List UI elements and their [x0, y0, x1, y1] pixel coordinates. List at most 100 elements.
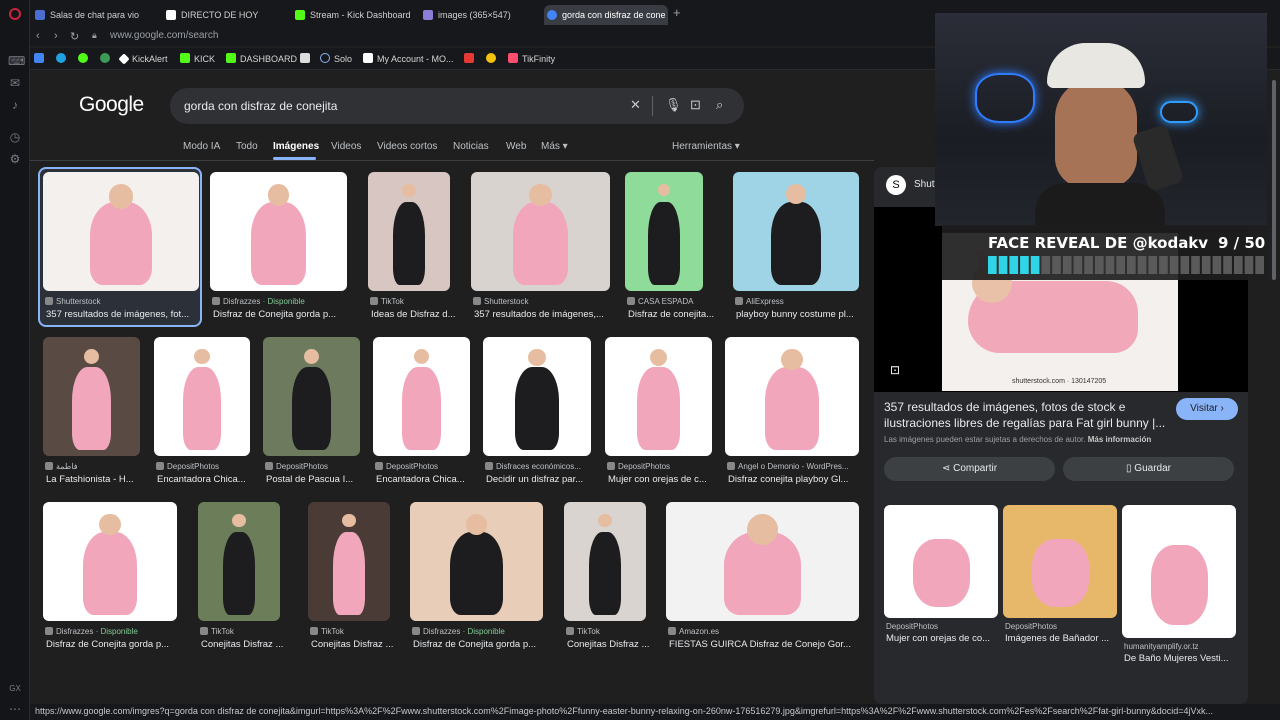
scrollbar-thumb[interactable]	[1272, 80, 1276, 280]
image-result[interactable]: DepositPhotos Postal de Pascua I...	[263, 337, 360, 492]
search-box[interactable]: gorda con disfraz de conejita ✕ 🎙︎ ⊡ ⌕	[170, 88, 744, 124]
gx-icon[interactable]: GX	[8, 682, 22, 696]
bookmark-dashboard[interactable]: DASHBOARD	[226, 53, 297, 65]
result-thumbnail[interactable]	[308, 502, 390, 621]
image-result[interactable]: Amazon.es FIESTAS GUIRCA Disfraz de Conej…	[666, 502, 859, 657]
search-icon[interactable]: ⌕	[716, 97, 723, 113]
result-thumbnail[interactable]	[410, 502, 543, 621]
back-icon[interactable]: ‹	[36, 30, 40, 42]
bookmark-telegram[interactable]	[56, 53, 70, 65]
tab-imagenes[interactable]: Imágenes	[273, 141, 319, 152]
result-title[interactable]: 357 resultados de imágenes, fot...	[46, 309, 202, 320]
more-info-link[interactable]: Más información	[1088, 435, 1152, 444]
related-image[interactable]	[1003, 505, 1117, 618]
tab-web[interactable]: Web	[506, 141, 526, 152]
tab-kick-dashboard[interactable]: Stream - Kick Dashboard	[292, 5, 416, 25]
related-image[interactable]	[1122, 505, 1236, 638]
result-source[interactable]: DepositPhotos	[156, 462, 219, 471]
result-source[interactable]: Angel o Demonio - WordPres...	[727, 462, 849, 471]
new-tab-button[interactable]: +	[673, 5, 681, 20]
result-thumbnail[interactable]	[154, 337, 250, 456]
result-source[interactable]: فاطمة	[45, 462, 78, 471]
result-thumbnail[interactable]	[263, 337, 360, 456]
more-icon[interactable]: ⋯	[8, 702, 22, 716]
bookmark-kick[interactable]: KICK	[180, 53, 215, 65]
bookmark-duck[interactable]	[486, 53, 500, 65]
result-title[interactable]: Disfraz conejita playboy Gl...	[728, 474, 878, 485]
tab-directo[interactable]: DIRECTO DE HOY	[163, 5, 281, 25]
microphone-icon[interactable]: 🎙︎	[665, 97, 682, 113]
share-button[interactable]: ⋖ Compartir	[884, 457, 1055, 481]
image-result[interactable]: DepositPhotos Encantadora Chica...	[154, 337, 250, 492]
result-title[interactable]: Disfraz de Conejita gorda p...	[413, 639, 563, 650]
result-thumbnail[interactable]	[666, 502, 859, 621]
tab-google-search[interactable]: gorda con disfraz de cone	[544, 5, 668, 25]
result-source[interactable]: TikTok	[310, 627, 344, 636]
bookmark-kick-bot[interactable]	[78, 53, 92, 65]
result-thumbnail[interactable]	[43, 172, 199, 291]
preview-title[interactable]: 357 resultados de imágenes, fotos de sto…	[884, 399, 1174, 431]
result-source[interactable]: CASA ESPADA	[627, 297, 693, 306]
result-thumbnail[interactable]	[210, 172, 347, 291]
bookmark-red[interactable]	[464, 53, 478, 65]
result-thumbnail[interactable]	[198, 502, 280, 621]
result-source[interactable]: DepositPhotos	[607, 462, 670, 471]
bookmark-my-account[interactable]: My Account - MO...	[363, 53, 454, 65]
result-source[interactable]: Shutterstock	[473, 297, 528, 306]
google-logo[interactable]: Google	[79, 93, 144, 117]
image-result[interactable]: AliExpress playboy bunny costume pl...	[733, 172, 859, 327]
image-result[interactable]: TikTok Conejitas Disfraz ...	[564, 502, 649, 657]
result-source[interactable]: Shutterstock	[45, 297, 100, 306]
image-result[interactable]: TikTok Conejitas Disfraz ...	[308, 502, 393, 657]
tab-modo-ia[interactable]: Modo IA	[183, 141, 220, 152]
result-source[interactable]: Amazon.es	[668, 627, 719, 636]
image-result[interactable]: Shutterstock 357 resultados de imágenes, …	[43, 172, 199, 327]
result-thumbnail[interactable]	[368, 172, 450, 291]
search-query[interactable]: gorda con disfraz de conejita	[184, 99, 337, 113]
opera-logo-icon[interactable]	[9, 8, 21, 20]
related-title[interactable]: Mujer con orejas de co...	[886, 633, 990, 644]
url-field[interactable]: www.google.com/search	[110, 30, 218, 41]
related-title[interactable]: De Baño Mujeres Vesti...	[1124, 653, 1229, 664]
related-title[interactable]: Imágenes de Bañador ...	[1005, 633, 1109, 644]
bookmark-settings[interactable]	[100, 53, 114, 65]
tab-images[interactable]: images (365×547)	[420, 5, 538, 25]
result-thumbnail[interactable]	[483, 337, 591, 456]
messenger-icon[interactable]: ✉	[8, 76, 22, 90]
result-thumbnail[interactable]	[43, 502, 177, 621]
related-source[interactable]: humanityamplify.or.tz	[1124, 642, 1199, 651]
visit-button[interactable]: Visitar ›	[1176, 398, 1238, 420]
result-title[interactable]: 357 resultados de imágenes,...	[474, 309, 624, 320]
bookmark-kickalert[interactable]: KickAlert	[118, 53, 168, 65]
result-thumbnail[interactable]	[564, 502, 646, 621]
tab-salas-chat[interactable]: Salas de chat para vio	[32, 5, 154, 25]
bookmark-tikfinity[interactable]: TikFinity	[508, 53, 555, 65]
result-source[interactable]: TikTok	[566, 627, 600, 636]
result-source[interactable]: DepositPhotos	[375, 462, 438, 471]
settings-gear-icon[interactable]: ⚙	[8, 152, 22, 166]
tab-videos[interactable]: Videos	[331, 141, 361, 152]
result-thumbnail[interactable]	[725, 337, 859, 456]
forward-icon[interactable]: ›	[54, 30, 58, 42]
tools-button[interactable]: Herramientas ▾	[672, 141, 740, 152]
image-result[interactable]: TikTok Ideas de Disfraz d...	[368, 172, 455, 327]
result-thumbnail[interactable]	[733, 172, 859, 291]
result-source[interactable]: AliExpress	[735, 297, 784, 306]
result-source[interactable]: Disfrazzes · Disponible	[45, 627, 138, 636]
tab-noticias[interactable]: Noticias	[453, 141, 489, 152]
tab-mas[interactable]: Más ▾	[541, 141, 568, 152]
result-thumbnail[interactable]	[625, 172, 703, 291]
result-title[interactable]: Disfraz de Conejita gorda p...	[46, 639, 196, 650]
related-source[interactable]: DepositPhotos	[886, 622, 938, 631]
image-result[interactable]: DepositPhotos Mujer con orejas de c...	[605, 337, 712, 492]
result-thumbnail[interactable]	[43, 337, 140, 456]
result-title[interactable]: FIESTAS GUIRCA Disfraz de Conejo Gor...	[669, 639, 862, 650]
bookmark-drive[interactable]	[34, 53, 48, 65]
history-icon[interactable]: ◷	[8, 130, 22, 144]
result-source[interactable]: DepositPhotos	[265, 462, 328, 471]
save-button[interactable]: ▯ Guardar	[1063, 457, 1234, 481]
image-result[interactable]: فاطمة La Fatshionista - H...	[43, 337, 140, 492]
image-result[interactable]: Angel o Demonio - WordPres... Disfraz con…	[725, 337, 859, 492]
image-result[interactable]: CASA ESPADA Disfraz de conejita...	[625, 172, 714, 327]
related-source[interactable]: DepositPhotos	[1005, 622, 1057, 631]
